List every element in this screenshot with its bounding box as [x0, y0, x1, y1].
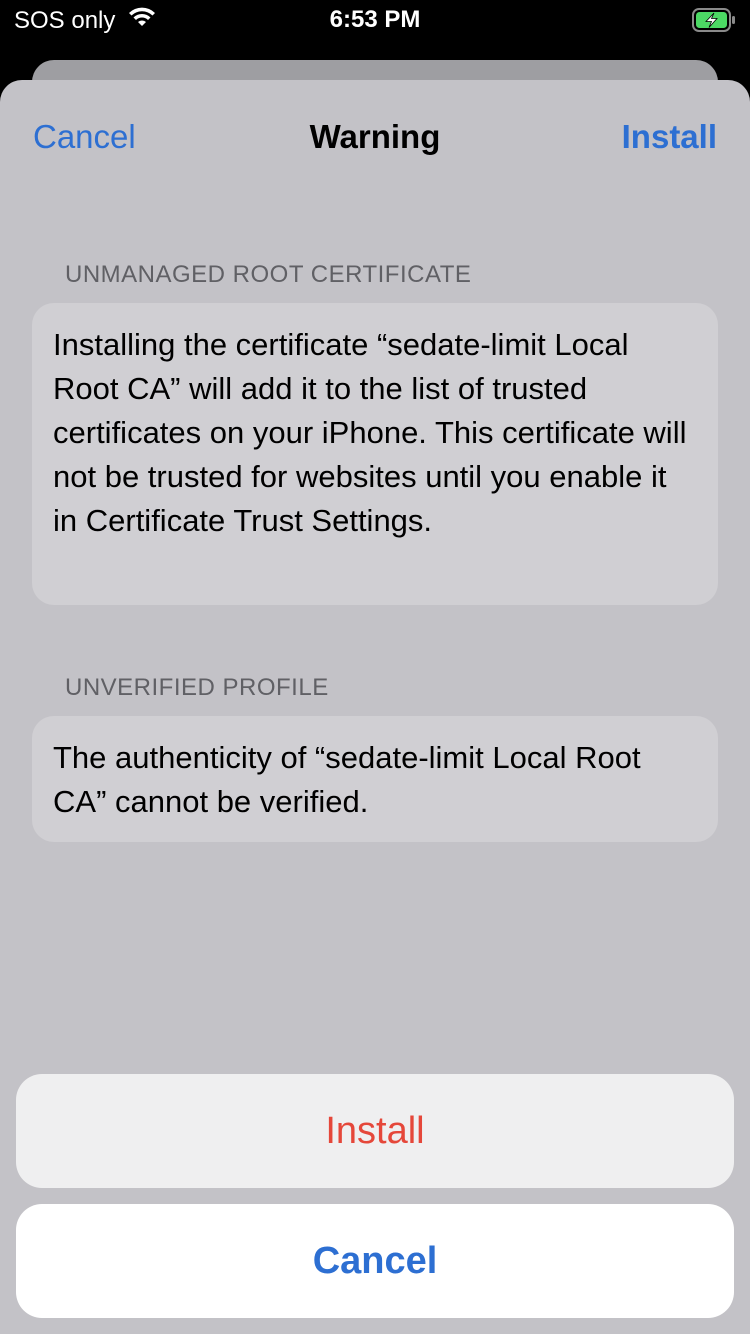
- section-header-unverified-profile: UNVERIFIED PROFILE: [65, 674, 329, 701]
- screen: SOS only 6:53 PM Cancel Warning Install …: [0, 0, 750, 1334]
- action-install-label: Install: [325, 1109, 425, 1152]
- section-card-unmanaged-root-certificate: Installing the certificate “sedate-limit…: [32, 303, 718, 605]
- nav-bar: Cancel Warning Install: [0, 80, 750, 192]
- action-install-button[interactable]: Install: [16, 1074, 734, 1188]
- action-cancel-button[interactable]: Cancel: [16, 1204, 734, 1318]
- nav-install-button[interactable]: Install: [622, 118, 717, 156]
- section-header-unmanaged-root-certificate: UNMANAGED ROOT CERTIFICATE: [65, 261, 472, 288]
- status-time: 6:53 PM: [329, 6, 421, 33]
- battery-charging-icon: [692, 8, 736, 37]
- status-bar: SOS only 6:53 PM: [0, 0, 750, 44]
- section-body-unmanaged-root-certificate: Installing the certificate “sedate-limit…: [53, 327, 687, 538]
- section-card-unverified-profile: The authenticity of “sedate-limit Local …: [32, 716, 718, 842]
- action-cancel-label: Cancel: [312, 1239, 438, 1282]
- section-body-unverified-profile: The authenticity of “sedate-limit Local …: [53, 740, 641, 819]
